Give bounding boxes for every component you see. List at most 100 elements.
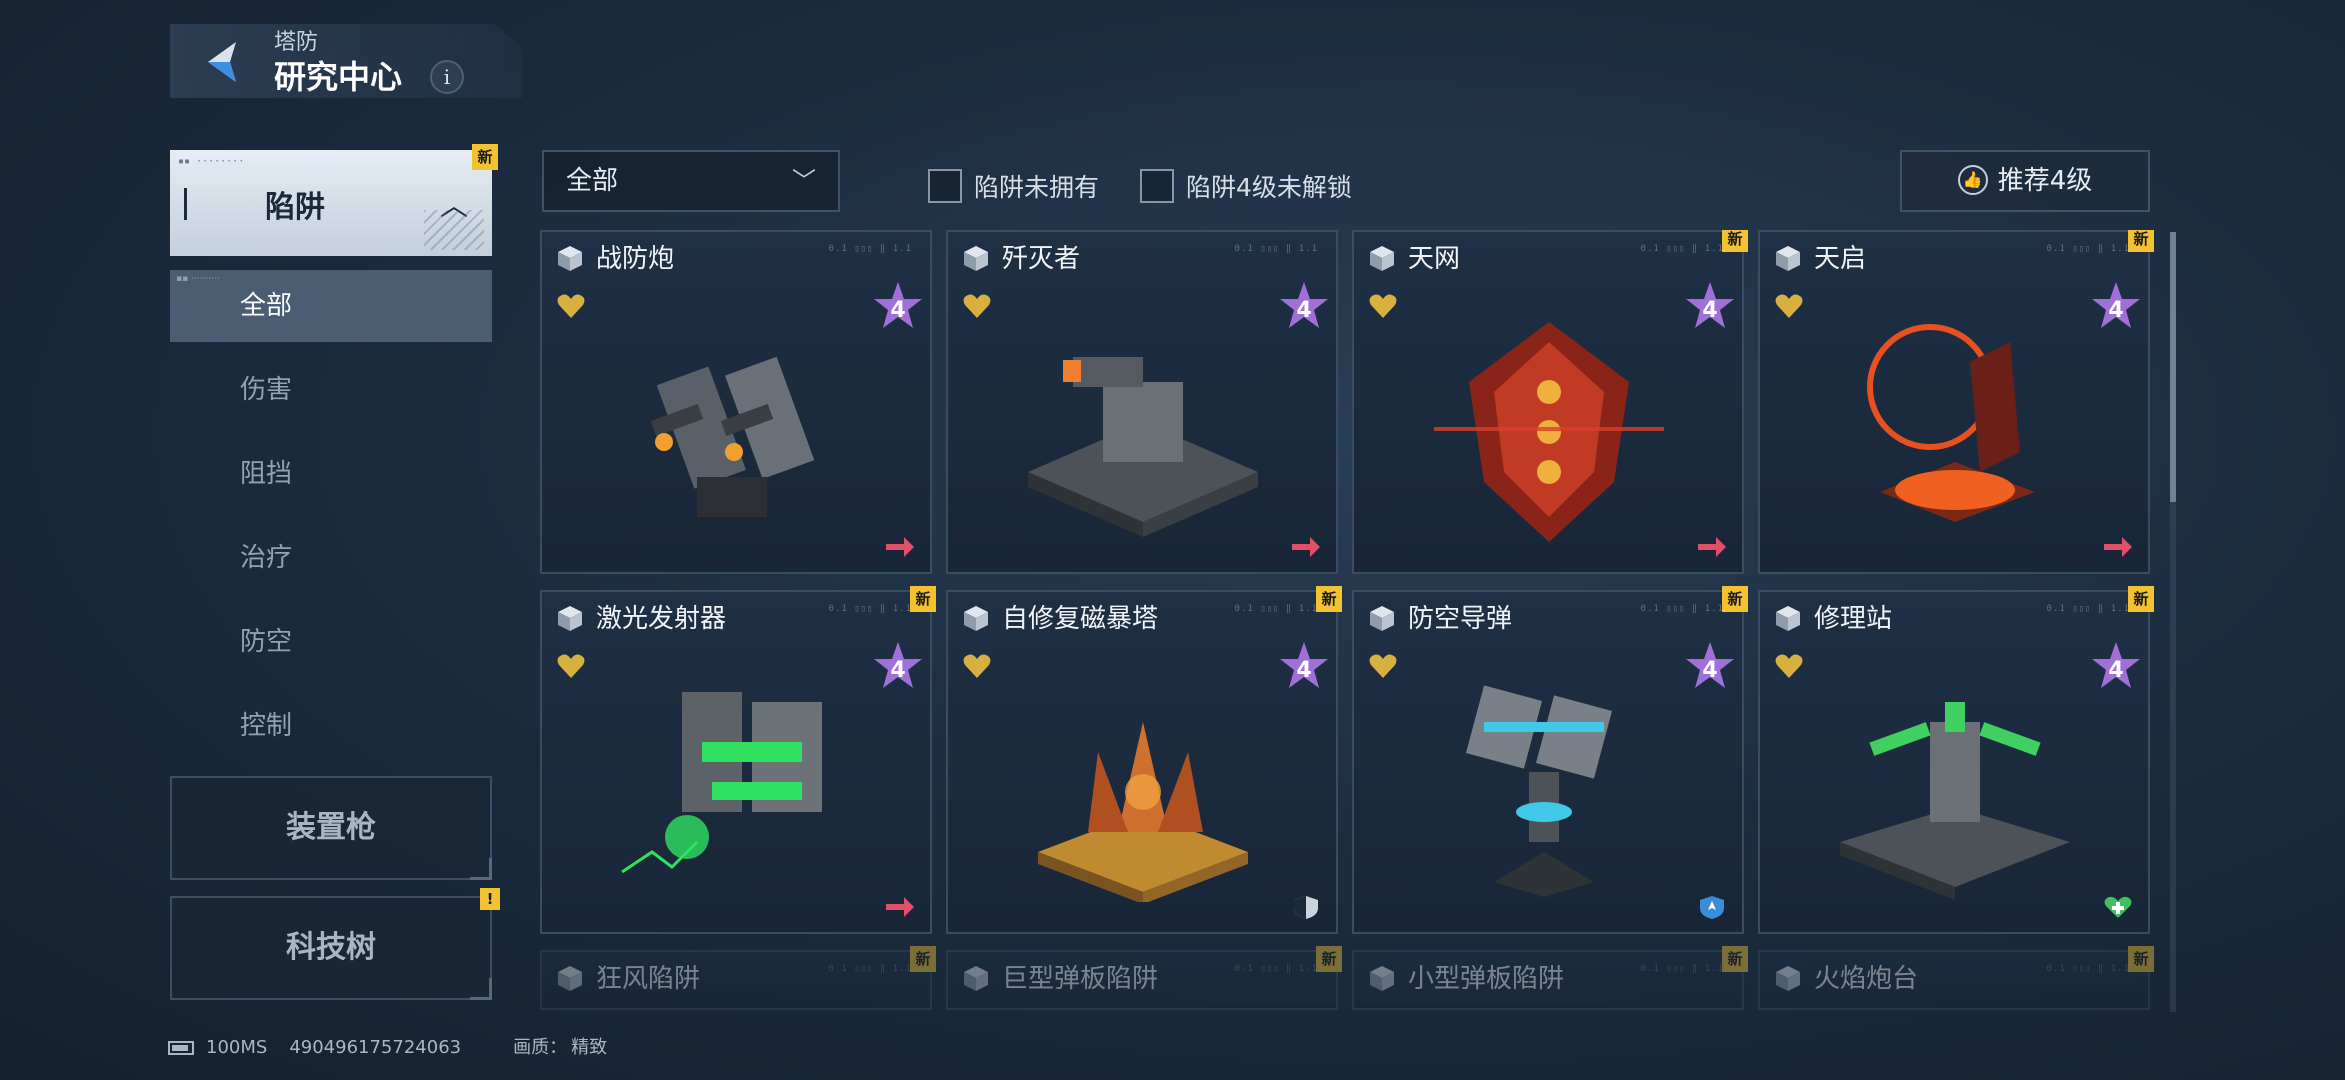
new-badge: 新 [1316, 946, 1342, 972]
info-icon[interactable]: i [430, 60, 464, 94]
new-badge: 新 [472, 144, 498, 170]
favorite-heart-icon[interactable] [1774, 292, 1804, 320]
new-badge: 新 [2128, 586, 2154, 612]
sidebar-item-all[interactable]: ▪▪ ·········· 全部 [170, 270, 492, 342]
level-star-icon: 4 [2092, 282, 2140, 328]
dropdown-value: 全部 [566, 166, 619, 196]
trap-card[interactable]: 巨型弹板陷阱 0.1 ▯▯▯ ‖ 1.1 新 [946, 946, 1342, 1010]
favorite-heart-icon[interactable] [962, 652, 992, 680]
card-title: 修理站 [1814, 604, 1893, 634]
scrollbar-thumb[interactable] [2170, 232, 2176, 502]
sidebar-item-control[interactable]: 控制 [170, 690, 492, 762]
cube-icon [558, 246, 582, 271]
thumbs-up-icon: 👍 [1957, 164, 1988, 195]
filter-not-owned[interactable]: 陷阱未拥有 [928, 168, 1099, 204]
card-title: 激光发射器 [596, 604, 727, 634]
cube-icon [1776, 246, 1800, 271]
level-star-icon: 4 [874, 282, 922, 328]
level-number: 4 [1296, 658, 1311, 683]
favorite-heart-icon[interactable] [556, 292, 586, 320]
favorite-heart-icon[interactable] [1774, 652, 1804, 680]
scrollbar[interactable] [2170, 232, 2176, 1012]
cube-icon [964, 246, 988, 271]
trap-card[interactable]: 天启 0.1 ▯▯▯ ‖ 1.1 4 新 [1758, 230, 2154, 574]
new-badge: 新 [1722, 586, 1748, 612]
recommend-label: 推荐4级 [1997, 166, 2093, 196]
sidebar-tab-device-gun[interactable]: 装置枪 [170, 776, 492, 880]
trap-image [1038, 722, 1248, 902]
alert-badge: ! [480, 888, 500, 910]
category-dropdown[interactable]: 全部 ﹀ [542, 150, 840, 212]
trap-card[interactable]: 激光发射器 0.1 ▯▯▯ ‖ 1.1 4 新 [540, 586, 936, 934]
new-badge: 新 [1722, 946, 1748, 972]
shield-icon[interactable] [1290, 894, 1322, 920]
new-badge: 新 [2128, 230, 2154, 252]
sidebar-item-damage[interactable]: 伤害 [170, 354, 492, 426]
checkbox[interactable] [928, 169, 962, 203]
sidebar-tab-traps[interactable]: ▪▪ ········ 陷阱 ︿ 新 [170, 144, 498, 256]
cube-icon [964, 966, 988, 991]
level-number: 4 [890, 658, 905, 683]
heal-icon[interactable] [2102, 894, 2134, 920]
level-number: 4 [890, 298, 905, 323]
quality-label: 画质： [513, 1037, 568, 1058]
sidebar-tab-tech-tree[interactable]: 科技树 ! [170, 888, 500, 1000]
latency: 100MS [206, 1037, 268, 1058]
recommend-level4-button[interactable]: 👍 推荐4级 [1900, 150, 2150, 212]
trap-card[interactable]: 自修复磁暴塔 0.1 ▯▯▯ ‖ 1.1 4 新 [946, 586, 1342, 934]
card-title: 火焰炮台 [1814, 964, 1919, 994]
level-number: 4 [1702, 658, 1717, 683]
arrow-icon[interactable] [1696, 534, 1728, 560]
arrow-icon[interactable] [2102, 534, 2134, 560]
favorite-heart-icon[interactable] [962, 292, 992, 320]
card-title: 巨型弹板陷阱 [1002, 964, 1159, 994]
trap-card[interactable]: 修理站 0.1 ▯▯▯ ‖ 1.1 4 新 [1758, 586, 2154, 934]
card-title: 小型弹板陷阱 [1408, 964, 1565, 994]
filter-level4-locked[interactable]: 陷阱4级未解锁 [1140, 168, 1352, 204]
favorite-heart-icon[interactable] [1368, 652, 1398, 680]
card-title: 战防炮 [596, 244, 675, 274]
sidebar-item-label: 伤害 [240, 375, 293, 405]
trap-image [1867, 324, 2035, 522]
new-badge: 新 [910, 586, 936, 612]
trap-card[interactable]: 小型弹板陷阱 0.1 ▯▯▯ ‖ 1.1 新 [1352, 946, 1748, 1010]
trap-card[interactable]: 防空导弹 0.1 ▯▯▯ ‖ 1.1 4 新 [1352, 586, 1748, 934]
card-title: 天启 [1814, 244, 1867, 274]
checkbox[interactable] [1140, 169, 1174, 203]
cube-icon [1370, 966, 1394, 991]
favorite-heart-icon[interactable] [556, 652, 586, 680]
trap-card[interactable]: 狂风陷阱 0.1 ▯▯▯ ‖ 1.1 新 [540, 946, 936, 1010]
trap-card[interactable]: 火焰炮台 0.1 ▯▯▯ ‖ 1.1 新 [1758, 946, 2154, 1010]
level-number: 4 [2108, 298, 2123, 323]
level-star-icon: 4 [1686, 282, 1734, 328]
trap-image [1465, 685, 1613, 897]
trap-card[interactable]: 战防炮 0.1 ▯▯▯ ‖ 1.1 4 [540, 230, 932, 574]
sidebar-tab-label: 陷阱 [265, 190, 325, 225]
page-header: 塔防 研究中心 i [170, 24, 522, 98]
sidebar-item-label: 阻挡 [240, 459, 293, 489]
arrow-icon[interactable] [1290, 534, 1322, 560]
sidebar-box-label: 装置枪 [286, 810, 376, 845]
sidebar-item-heal[interactable]: 治疗 [170, 522, 492, 594]
sidebar-item-label: 防空 [240, 627, 293, 657]
card-title: 歼灭者 [1002, 244, 1081, 274]
new-badge: 新 [1722, 230, 1748, 252]
cube-icon [558, 606, 582, 631]
trap-card[interactable]: 歼灭者 0.1 ▯▯▯ ‖ 1.1 4 [946, 230, 1338, 574]
sidebar-box-label: 科技树 [286, 930, 376, 965]
card-title: 自修复磁暴塔 [1002, 604, 1159, 634]
page-title: 研究中心 [274, 58, 403, 96]
arrow-icon[interactable] [884, 894, 916, 920]
trap-image [621, 692, 822, 874]
favorite-heart-icon[interactable] [1368, 292, 1398, 320]
trap-card-grid: 战防炮 0.1 ▯▯▯ ‖ 1.1 4 歼灭者 0.1 ▯▯▯ ‖ 1.1 4 … [540, 230, 2160, 1020]
arrow-icon[interactable] [884, 534, 916, 560]
trap-card[interactable]: 天网 0.1 ▯▯▯ ‖ 1.1 4 新 [1352, 230, 1748, 574]
level-number: 4 [1702, 298, 1717, 323]
antiair-icon[interactable] [1696, 894, 1728, 920]
sidebar-item-antiair[interactable]: 防空 [170, 606, 492, 678]
new-badge: 新 [2128, 946, 2154, 972]
sidebar-item-block[interactable]: 阻挡 [170, 438, 492, 510]
cube-icon [1370, 606, 1394, 631]
back-arrow-icon[interactable] [196, 34, 252, 90]
